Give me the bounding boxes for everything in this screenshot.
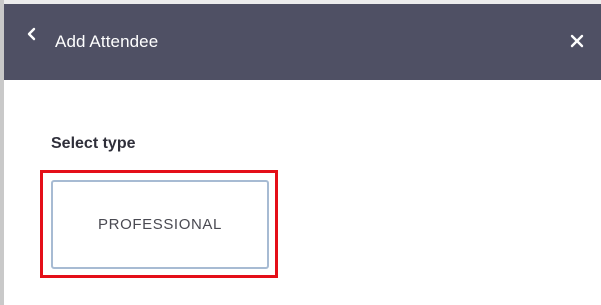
close-icon — [570, 34, 584, 48]
chevron-left-icon — [27, 27, 36, 41]
type-option-professional[interactable]: PROFESSIONAL — [51, 180, 269, 269]
page-title: Add Attendee — [55, 32, 159, 51]
add-attendee-panel: Add Attendee Select type PROFESSIONAL — [0, 0, 601, 305]
close-button[interactable] — [565, 29, 589, 53]
select-type-label: Select type — [51, 135, 136, 152]
type-option-label: PROFESSIONAL — [98, 216, 222, 233]
panel-header: Add Attendee — [4, 0, 601, 80]
back-button[interactable] — [22, 24, 42, 46]
